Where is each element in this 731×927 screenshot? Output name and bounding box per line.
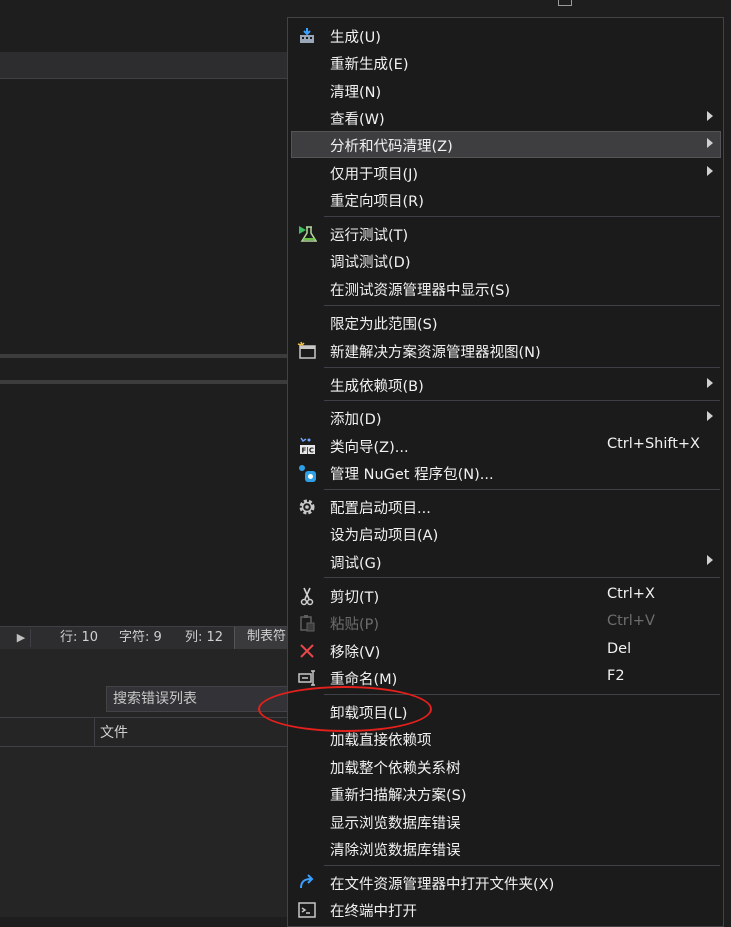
menu-item-show-in-test-explorer[interactable]: 在测试资源管理器中显示(S) bbox=[291, 275, 721, 302]
menu-separator bbox=[324, 577, 720, 578]
menu-item-debug[interactable]: 调试(G) bbox=[291, 548, 721, 575]
menu-separator bbox=[324, 216, 720, 217]
submenu-arrow-icon bbox=[707, 411, 713, 421]
menu-item-set-startup[interactable]: 设为启动项目(A) bbox=[291, 520, 721, 547]
submenu-arrow-icon bbox=[707, 166, 713, 176]
menu-item-analyze[interactable]: 分析和代码清理(Z) bbox=[291, 131, 721, 158]
editor-status-bar: ▶ 行: 10 字符: 9 列: 12 制表符 bbox=[0, 626, 290, 650]
rename-icon bbox=[298, 670, 315, 686]
menu-item-rescan-solution[interactable]: 重新扫描解决方案(S) bbox=[291, 780, 721, 807]
menu-item-open-in-terminal[interactable]: 在终端中打开 bbox=[291, 896, 721, 923]
close-icon bbox=[300, 644, 314, 658]
menu-item-new-solution-view[interactable]: 新建解决方案资源管理器视图(N) bbox=[291, 337, 721, 364]
menu-item-build-dependencies[interactable]: 生成依赖项(B) bbox=[291, 371, 721, 398]
svg-text:F|C: F|C bbox=[302, 447, 314, 456]
column-divider[interactable] bbox=[94, 718, 95, 746]
code-editor[interactable] bbox=[0, 79, 290, 354]
menu-item-build[interactable]: 生成(U) bbox=[291, 22, 721, 49]
new-view-icon bbox=[297, 341, 316, 359]
error-list-header: 文件 bbox=[0, 717, 290, 747]
nuget-icon bbox=[299, 465, 316, 482]
menu-item-remove[interactable]: 移除(V) Del bbox=[291, 637, 721, 664]
menu-item-rebuild[interactable]: 重新生成(E) bbox=[291, 49, 721, 76]
char-indicator[interactable]: 字符: 9 bbox=[119, 629, 162, 647]
open-folder-arrow-icon bbox=[300, 874, 314, 889]
menu-item-class-wizard[interactable]: F|C 类向导(Z)... Ctrl+Shift+X bbox=[291, 432, 721, 459]
scroll-right-icon[interactable]: ▶ bbox=[12, 629, 31, 647]
run-tests-icon bbox=[299, 226, 317, 242]
lower-editor-panel bbox=[0, 384, 290, 626]
clipboard-icon bbox=[300, 615, 315, 632]
menu-separator bbox=[324, 400, 720, 401]
class-wizard-icon: F|C bbox=[300, 437, 315, 456]
menu-separator bbox=[324, 367, 720, 368]
annotation-ellipse bbox=[258, 686, 432, 732]
editor-tab-bar bbox=[0, 52, 290, 79]
window-icon bbox=[558, 0, 572, 6]
col-indicator[interactable]: 列: 12 bbox=[185, 629, 223, 647]
menu-separator bbox=[324, 489, 720, 490]
menu-item-scope-to-this[interactable]: 限定为此范围(S) bbox=[291, 309, 721, 336]
submenu-arrow-icon bbox=[707, 138, 713, 148]
menu-item-retarget[interactable]: 重定向项目(R) bbox=[291, 186, 721, 213]
menu-item-cut[interactable]: 剪切(T) Ctrl+X bbox=[291, 582, 721, 609]
submenu-arrow-icon bbox=[707, 378, 713, 388]
menu-item-show-browse-db-errors[interactable]: 显示浏览数据库错误 bbox=[291, 808, 721, 835]
ide-toolbar-area bbox=[0, 0, 572, 52]
project-context-menu: 生成(U) 重新生成(E) 清理(N) 查看(W) 分析和代码清理(Z) 仅用于… bbox=[287, 17, 724, 927]
menu-item-run-tests[interactable]: 运行测试(T) bbox=[291, 220, 721, 247]
menu-item-open-folder-in-explorer[interactable]: 在文件资源管理器中打开文件夹(X) bbox=[291, 869, 721, 896]
editor-strip bbox=[0, 358, 290, 380]
menu-item-add[interactable]: 添加(D) bbox=[291, 404, 721, 431]
menu-item-paste[interactable]: 粘贴(P) Ctrl+V bbox=[291, 609, 721, 636]
terminal-icon bbox=[298, 902, 316, 918]
line-indicator[interactable]: 行: 10 bbox=[60, 629, 98, 647]
menu-item-clear-browse-db-errors[interactable]: 清除浏览数据库错误 bbox=[291, 835, 721, 862]
menu-item-view[interactable]: 查看(W) bbox=[291, 104, 721, 131]
submenu-arrow-icon bbox=[707, 111, 713, 121]
column-header-file[interactable]: 文件 bbox=[100, 722, 128, 742]
menu-item-clean[interactable]: 清理(N) bbox=[291, 77, 721, 104]
gear-icon bbox=[299, 499, 315, 515]
tab-indicator[interactable]: 制表符 bbox=[234, 627, 290, 649]
menu-item-manage-nuget[interactable]: 管理 NuGet 程序包(N)... bbox=[291, 459, 721, 486]
menu-item-debug-tests[interactable]: 调试测试(D) bbox=[291, 247, 721, 274]
build-icon bbox=[300, 28, 314, 43]
menu-separator bbox=[324, 865, 720, 866]
scissors-icon bbox=[300, 587, 314, 606]
submenu-arrow-icon bbox=[707, 555, 713, 565]
menu-item-project-only[interactable]: 仅用于项目(J) bbox=[291, 159, 721, 186]
menu-item-load-dep-tree[interactable]: 加载整个依赖关系树 bbox=[291, 753, 721, 780]
menu-item-configure-startup[interactable]: 配置启动项目... bbox=[291, 493, 721, 520]
menu-separator bbox=[324, 305, 720, 306]
